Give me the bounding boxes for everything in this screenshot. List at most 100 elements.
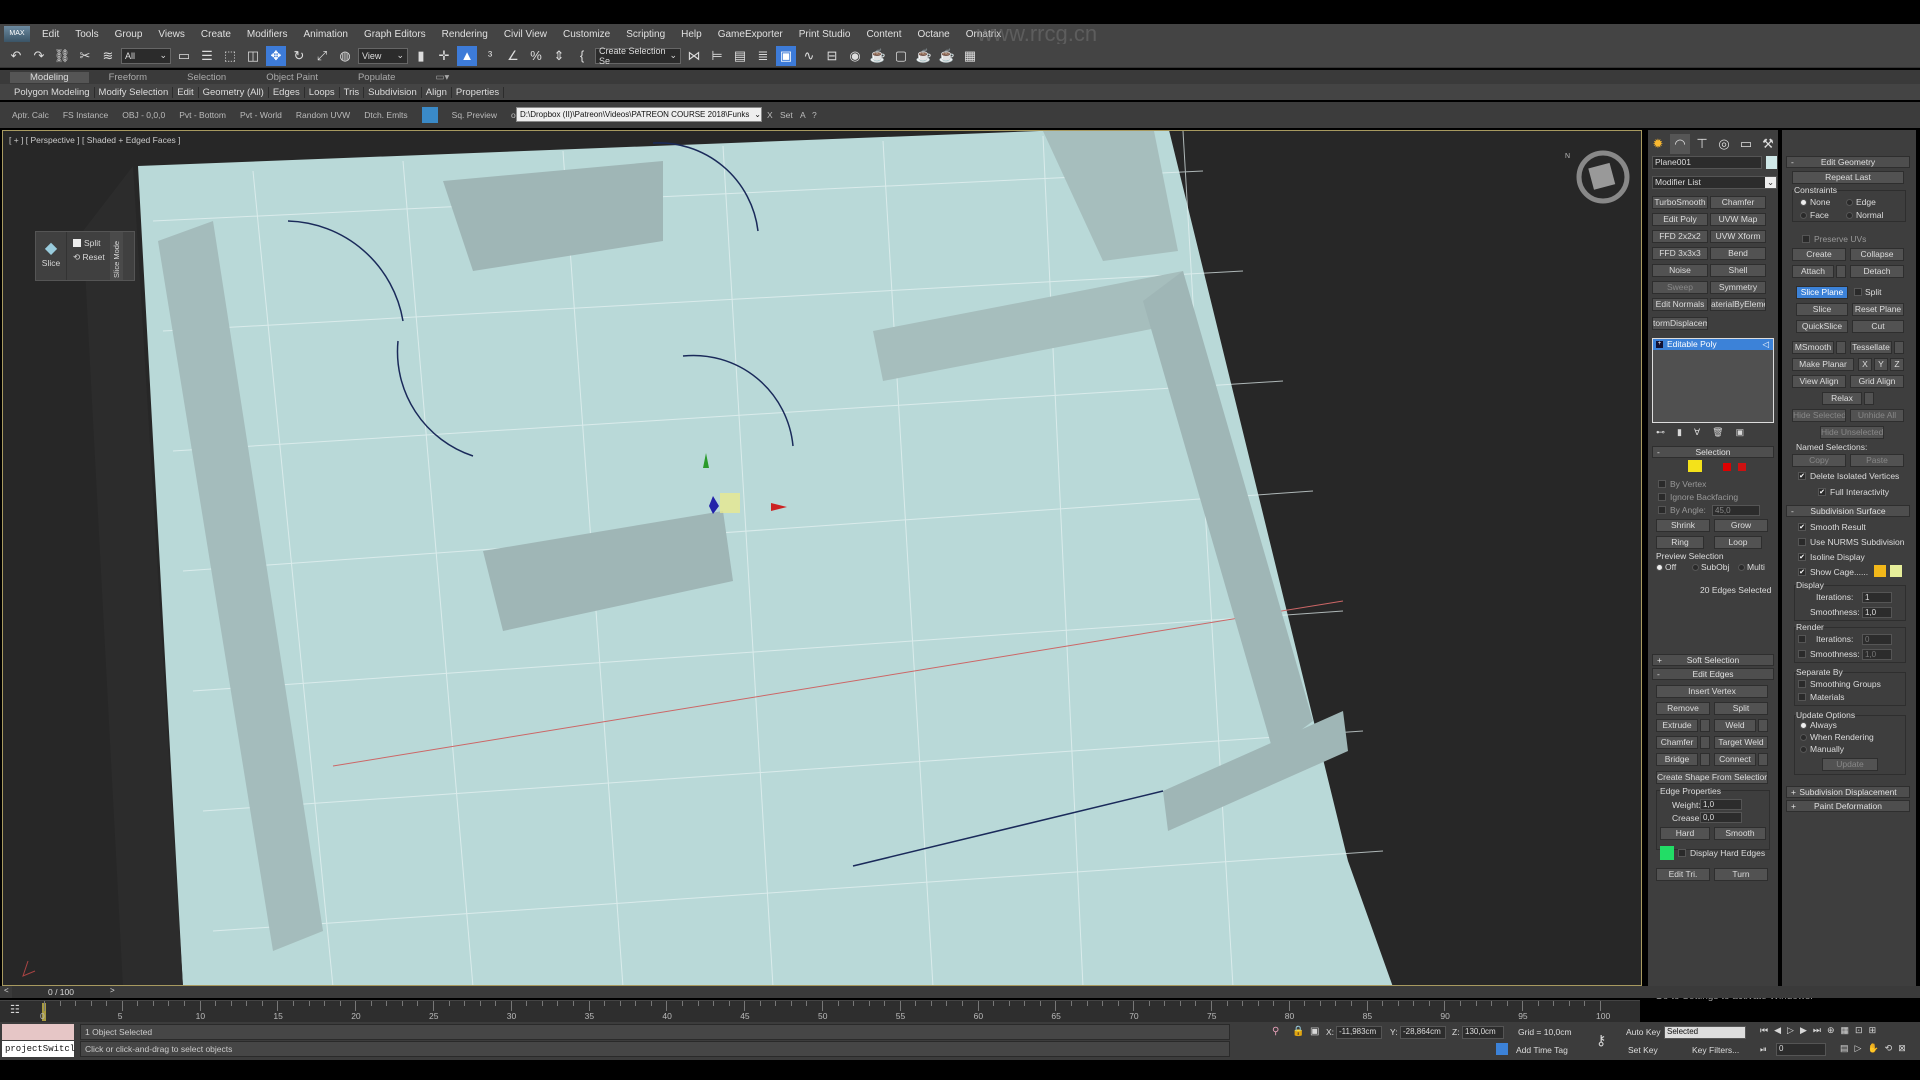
unhide-all-button[interactable]: Unhide All: [1850, 409, 1904, 422]
use-nurms-checkbox[interactable]: [1798, 538, 1806, 546]
maximize-toggle-icon[interactable]: ⊠: [1898, 1043, 1906, 1054]
next-frame-icon[interactable]: >: [110, 986, 115, 995]
menu-customize[interactable]: Customize: [555, 29, 618, 40]
ribbon-edges[interactable]: Edges: [269, 86, 305, 98]
mod-noise[interactable]: Noise: [1652, 264, 1708, 277]
slice-plane-button[interactable]: Slice Plane: [1796, 286, 1848, 299]
zoom-extents-icon[interactable]: ⊡: [1855, 1025, 1863, 1036]
time-slider-thumb[interactable]: 0 / 100: [12, 986, 110, 998]
slice-split-checkbox[interactable]: Split: [73, 238, 110, 248]
ribbon-polygon-modeling[interactable]: Polygon Modeling: [10, 86, 95, 98]
cut-button[interactable]: Cut: [1852, 320, 1904, 333]
stack-item-editable-poly[interactable]: + Editable Poly ◁: [1653, 339, 1773, 350]
render-iterations-spinner[interactable]: 0: [1862, 634, 1892, 645]
menu-help[interactable]: Help: [673, 29, 710, 40]
mod-material-by-element[interactable]: aterialByEleme: [1710, 298, 1766, 311]
menu-graph-editors[interactable]: Graph Editors: [356, 29, 434, 40]
planar-x-button[interactable]: X: [1858, 358, 1872, 371]
path-set-button[interactable]: Set: [780, 110, 793, 120]
subdivision-displacement-rollout-header[interactable]: + Subdivision Displacement: [1786, 786, 1910, 798]
constraint-normal-radio[interactable]: [1846, 212, 1853, 219]
cage-color-swatch[interactable]: [1874, 565, 1886, 577]
selection-lock-icon[interactable]: 🔒: [1292, 1026, 1304, 1037]
slice-caddy-slice-button[interactable]: ◆ Slice: [36, 232, 66, 280]
slice-button[interactable]: Slice: [1796, 303, 1848, 316]
weight-spinner[interactable]: 1,0: [1700, 799, 1742, 810]
ribbon-loops[interactable]: Loops: [305, 86, 340, 98]
materials-checkbox[interactable]: [1798, 693, 1806, 701]
relax-settings-button[interactable]: [1864, 392, 1874, 405]
menu-content[interactable]: Content: [858, 29, 909, 40]
attach-button[interactable]: Attach: [1792, 265, 1834, 278]
bridge-button[interactable]: Bridge: [1656, 753, 1698, 766]
angle-snap-icon[interactable]: ∠: [503, 46, 523, 66]
spinner-snap-icon[interactable]: ⇕: [549, 46, 569, 66]
mod-shell[interactable]: Shell: [1710, 264, 1766, 277]
render-production-icon[interactable]: ☕: [914, 46, 934, 66]
project-path-field[interactable]: D:\Dropbox (II)\Patreon\Videos\PATREON C…: [516, 107, 762, 122]
split-checkbox[interactable]: [1854, 288, 1862, 296]
turn-button[interactable]: Turn: [1714, 868, 1768, 881]
pan-icon[interactable]: ✋: [1867, 1043, 1878, 1054]
render-iterations-checkbox[interactable]: [1798, 635, 1806, 643]
mod-ffd-3x3x3[interactable]: FFD 3x3x3: [1652, 247, 1708, 260]
show-cage-checkbox[interactable]: ✔: [1798, 568, 1806, 576]
constraint-none-radio[interactable]: [1800, 199, 1807, 206]
connect-button[interactable]: Connect: [1714, 753, 1756, 766]
ribbon-geometry-all[interactable]: Geometry (All): [199, 86, 269, 98]
object-name-field[interactable]: Plane001: [1652, 156, 1762, 169]
mod-sweep[interactable]: Sweep: [1652, 281, 1708, 294]
create-shape-button[interactable]: Create Shape From Selection: [1656, 771, 1768, 784]
utilities-tab-icon[interactable]: ⚒: [1758, 134, 1778, 154]
ribbon-properties[interactable]: Properties: [452, 86, 505, 98]
goto-start-icon[interactable]: ⏮: [1760, 1025, 1768, 1036]
script-pvt-world[interactable]: Pvt - World: [240, 110, 282, 120]
script-dtch-emlts[interactable]: Dtch. Emlts: [364, 110, 407, 120]
edit-named-sel-icon[interactable]: {: [572, 46, 592, 66]
maximize-viewport-icon[interactable]: ⊞: [1869, 1025, 1877, 1036]
key-filters-button[interactable]: Key Filters...: [1692, 1045, 1739, 1055]
select-object-icon[interactable]: ▭: [174, 46, 194, 66]
extrude-button[interactable]: Extrude: [1656, 719, 1698, 732]
add-time-tag[interactable]: Add Time Tag: [1516, 1045, 1568, 1055]
script-obj-origin[interactable]: OBJ - 0,0,0: [122, 110, 165, 120]
preserve-uvs-checkbox[interactable]: [1802, 235, 1810, 243]
msmooth-button[interactable]: MSmooth: [1792, 341, 1834, 354]
hide-unselected-button[interactable]: Hide Unselected: [1820, 426, 1884, 439]
curve-editor-icon[interactable]: ∿: [799, 46, 819, 66]
quickslice-button[interactable]: QuickSlice: [1796, 320, 1848, 333]
render-setup-icon[interactable]: ☕: [868, 46, 888, 66]
smooth-result-checkbox[interactable]: ✔: [1798, 523, 1806, 531]
script-fs-instance[interactable]: FS Instance: [63, 110, 108, 120]
prev-key-icon[interactable]: ◀: [1774, 1025, 1781, 1036]
full-interactivity-checkbox[interactable]: ✔: [1818, 488, 1826, 496]
rect-selection-icon[interactable]: ⬚: [220, 46, 240, 66]
menu-print-studio[interactable]: Print Studio: [791, 29, 859, 40]
by-angle-spinner[interactable]: 45,0: [1712, 505, 1760, 516]
mod-ffd-2x2x2[interactable]: FFD 2x2x2: [1652, 230, 1708, 243]
loop-button[interactable]: Loop: [1714, 536, 1762, 549]
selection-filter-dropdown[interactable]: All ⌄: [121, 47, 171, 64]
toggle-ribbon-icon[interactable]: ▣: [776, 45, 796, 66]
motion-tab-icon[interactable]: ◎: [1714, 134, 1734, 154]
show-end-result-icon[interactable]: ▮: [1677, 427, 1682, 438]
render-smoothness-spinner[interactable]: 1,0: [1862, 649, 1892, 660]
shrink-button[interactable]: Shrink: [1656, 519, 1710, 532]
ref-coord-dropdown[interactable]: View ⌄: [358, 47, 408, 64]
display-tab-icon[interactable]: ▭: [1736, 134, 1756, 154]
tab-object-paint[interactable]: Object Paint: [246, 72, 338, 83]
x-coord-field[interactable]: -11,983cm: [1336, 1026, 1382, 1039]
link-icon[interactable]: ⛓: [52, 46, 72, 66]
menu-octane[interactable]: Octane: [909, 29, 957, 40]
preview-multi-radio[interactable]: [1738, 564, 1745, 571]
paint-deformation-rollout-header[interactable]: + Paint Deformation: [1786, 800, 1910, 812]
menu-civil-view[interactable]: Civil View: [496, 29, 555, 40]
menu-animation[interactable]: Animation: [295, 29, 355, 40]
edit-tri-button[interactable]: Edit Tri.: [1656, 868, 1710, 881]
pin-stack-icon[interactable]: ⊷: [1656, 427, 1665, 438]
scene-explorer-icon[interactable]: ▤: [730, 46, 750, 66]
window-crossing-icon[interactable]: ◫: [243, 46, 263, 66]
display-hard-edges-checkbox[interactable]: [1678, 849, 1686, 857]
grow-button[interactable]: Grow: [1714, 519, 1768, 532]
planar-y-button[interactable]: Y: [1874, 358, 1888, 371]
